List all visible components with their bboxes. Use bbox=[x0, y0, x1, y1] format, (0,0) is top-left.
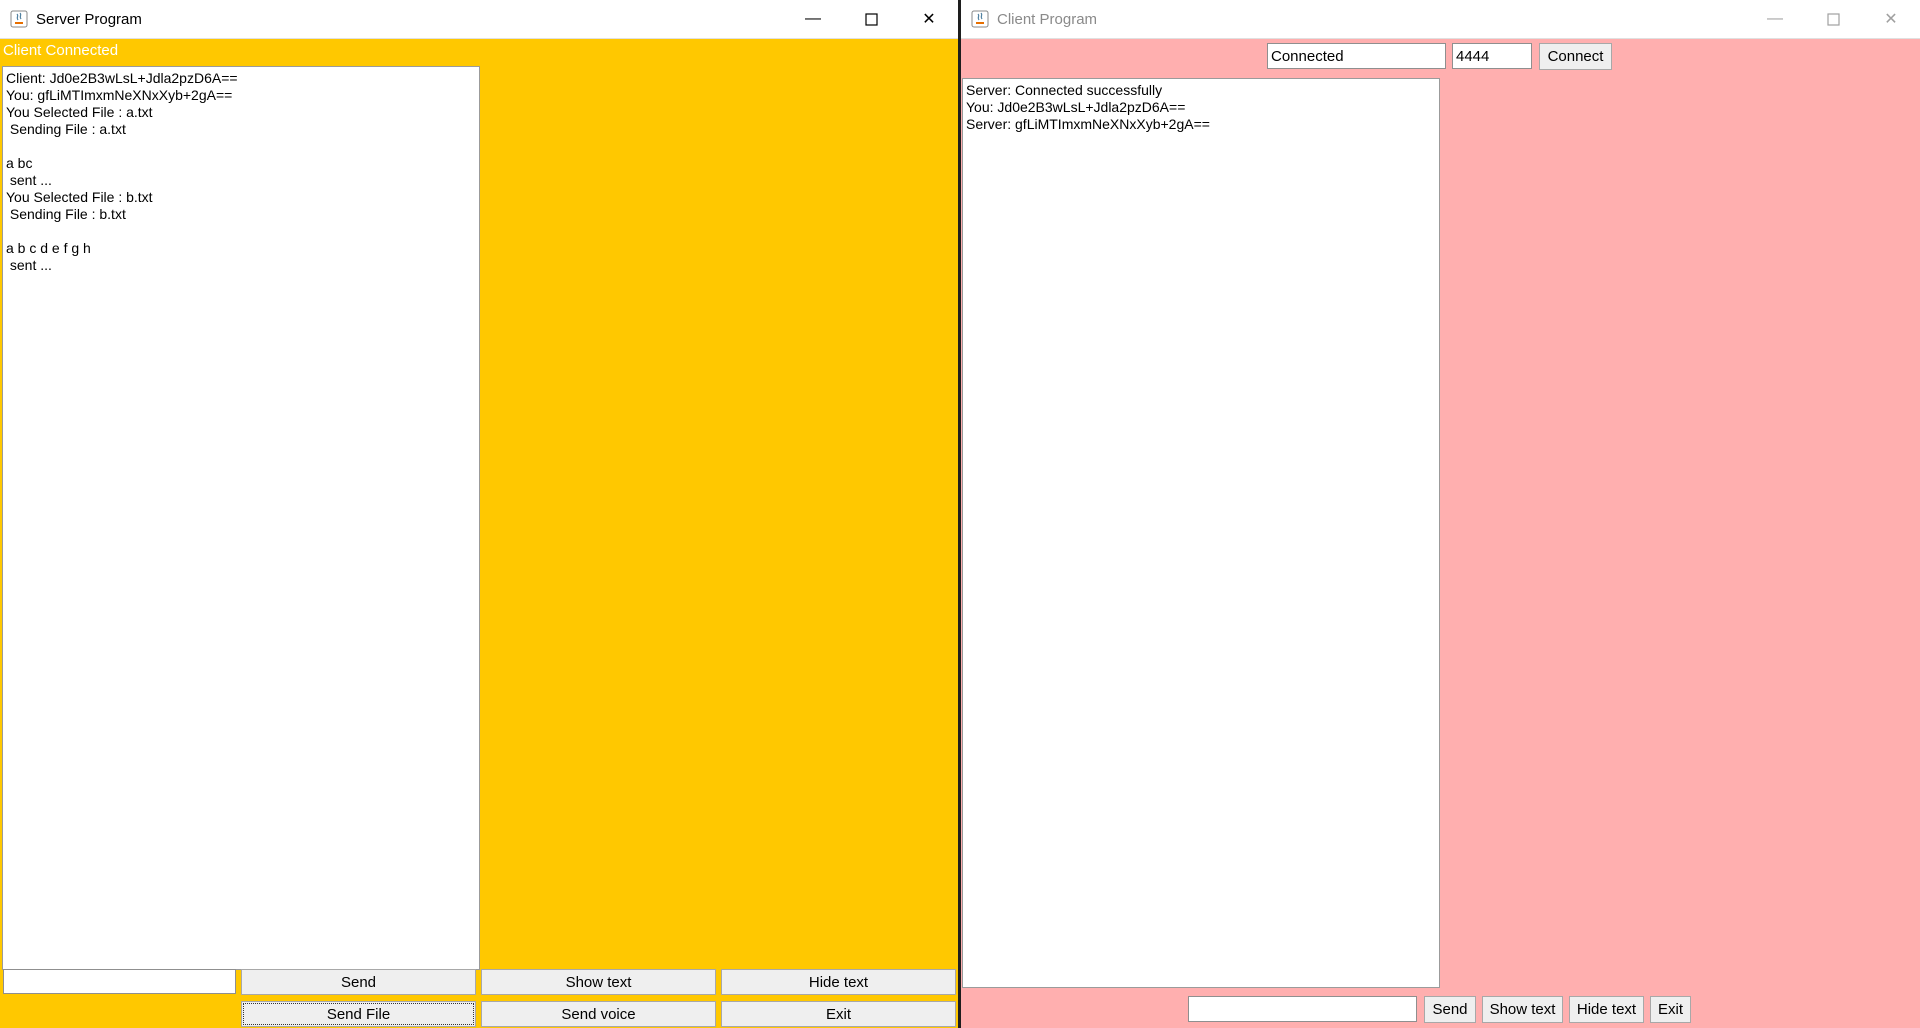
close-icon[interactable]: ✕ bbox=[900, 0, 958, 38]
log-line: You: gfLiMTImxmNeXNxXyb+2gA== bbox=[6, 87, 233, 103]
hide-text-button[interactable]: Hide text bbox=[721, 969, 956, 995]
client-show-text-button[interactable]: Show text bbox=[1482, 996, 1563, 1023]
send-button[interactable]: Send bbox=[241, 969, 476, 995]
log-line: Client: Jd0e2B3wLsL+Jdla2pzD6A== bbox=[6, 70, 238, 86]
host-field[interactable]: Connected bbox=[1267, 43, 1446, 69]
window-title: Client Program bbox=[997, 10, 1098, 28]
log-line: sent ... bbox=[6, 257, 52, 273]
client-exit-button[interactable]: Exit bbox=[1650, 996, 1691, 1023]
exit-button[interactable]: Exit bbox=[721, 1001, 956, 1027]
java-app-icon bbox=[970, 9, 990, 29]
client-send-button[interactable]: Send bbox=[1424, 996, 1476, 1023]
server-window: Server Program — ✕ Client Connected Clie… bbox=[0, 0, 958, 1028]
maximize-icon[interactable] bbox=[842, 0, 900, 38]
log-line: Server: Connected successfully bbox=[966, 82, 1163, 98]
server-chat-log[interactable]: Client: Jd0e2B3wLsL+Jdla2pzD6A== You: gfL… bbox=[2, 66, 480, 970]
java-app-icon bbox=[9, 9, 29, 29]
log-line: Sending File : a.txt bbox=[6, 121, 126, 137]
window-title: Server Program bbox=[36, 10, 142, 28]
port-field[interactable]: 4444 bbox=[1452, 43, 1532, 69]
connection-status: Client Connected bbox=[3, 42, 119, 59]
log-line: a b c d e f g h bbox=[6, 240, 91, 256]
log-line: sent ... bbox=[6, 172, 52, 188]
send-file-button[interactable]: Send File bbox=[241, 1001, 476, 1027]
client-titlebar[interactable]: Client Program — ✕ bbox=[961, 0, 1920, 39]
log-line: a bc bbox=[6, 155, 33, 171]
log-line: You: Jd0e2B3wLsL+Jdla2pzD6A== bbox=[966, 99, 1186, 115]
send-voice-button[interactable]: Send voice bbox=[481, 1001, 716, 1027]
minimize-icon[interactable]: — bbox=[1746, 0, 1804, 38]
server-titlebar[interactable]: Server Program — ✕ bbox=[0, 0, 958, 39]
client-hide-text-button[interactable]: Hide text bbox=[1569, 996, 1644, 1023]
log-line: You Selected File : a.txt bbox=[6, 104, 153, 120]
client-message-input[interactable] bbox=[1188, 996, 1417, 1022]
minimize-icon[interactable]: — bbox=[784, 0, 842, 38]
maximize-icon[interactable] bbox=[1804, 0, 1862, 38]
log-line: Sending File : b.txt bbox=[6, 206, 126, 222]
client-chat-log[interactable]: Server: Connected successfully You: Jd0e2… bbox=[962, 78, 1440, 988]
close-icon[interactable]: ✕ bbox=[1862, 0, 1920, 38]
show-text-button[interactable]: Show text bbox=[481, 969, 716, 995]
log-line: Server: gfLiMTImxmNeXNxXyb+2gA== bbox=[966, 116, 1210, 132]
server-message-input[interactable] bbox=[3, 969, 236, 994]
connect-button[interactable]: Connect bbox=[1539, 43, 1612, 70]
log-line: You Selected File : b.txt bbox=[6, 189, 153, 205]
